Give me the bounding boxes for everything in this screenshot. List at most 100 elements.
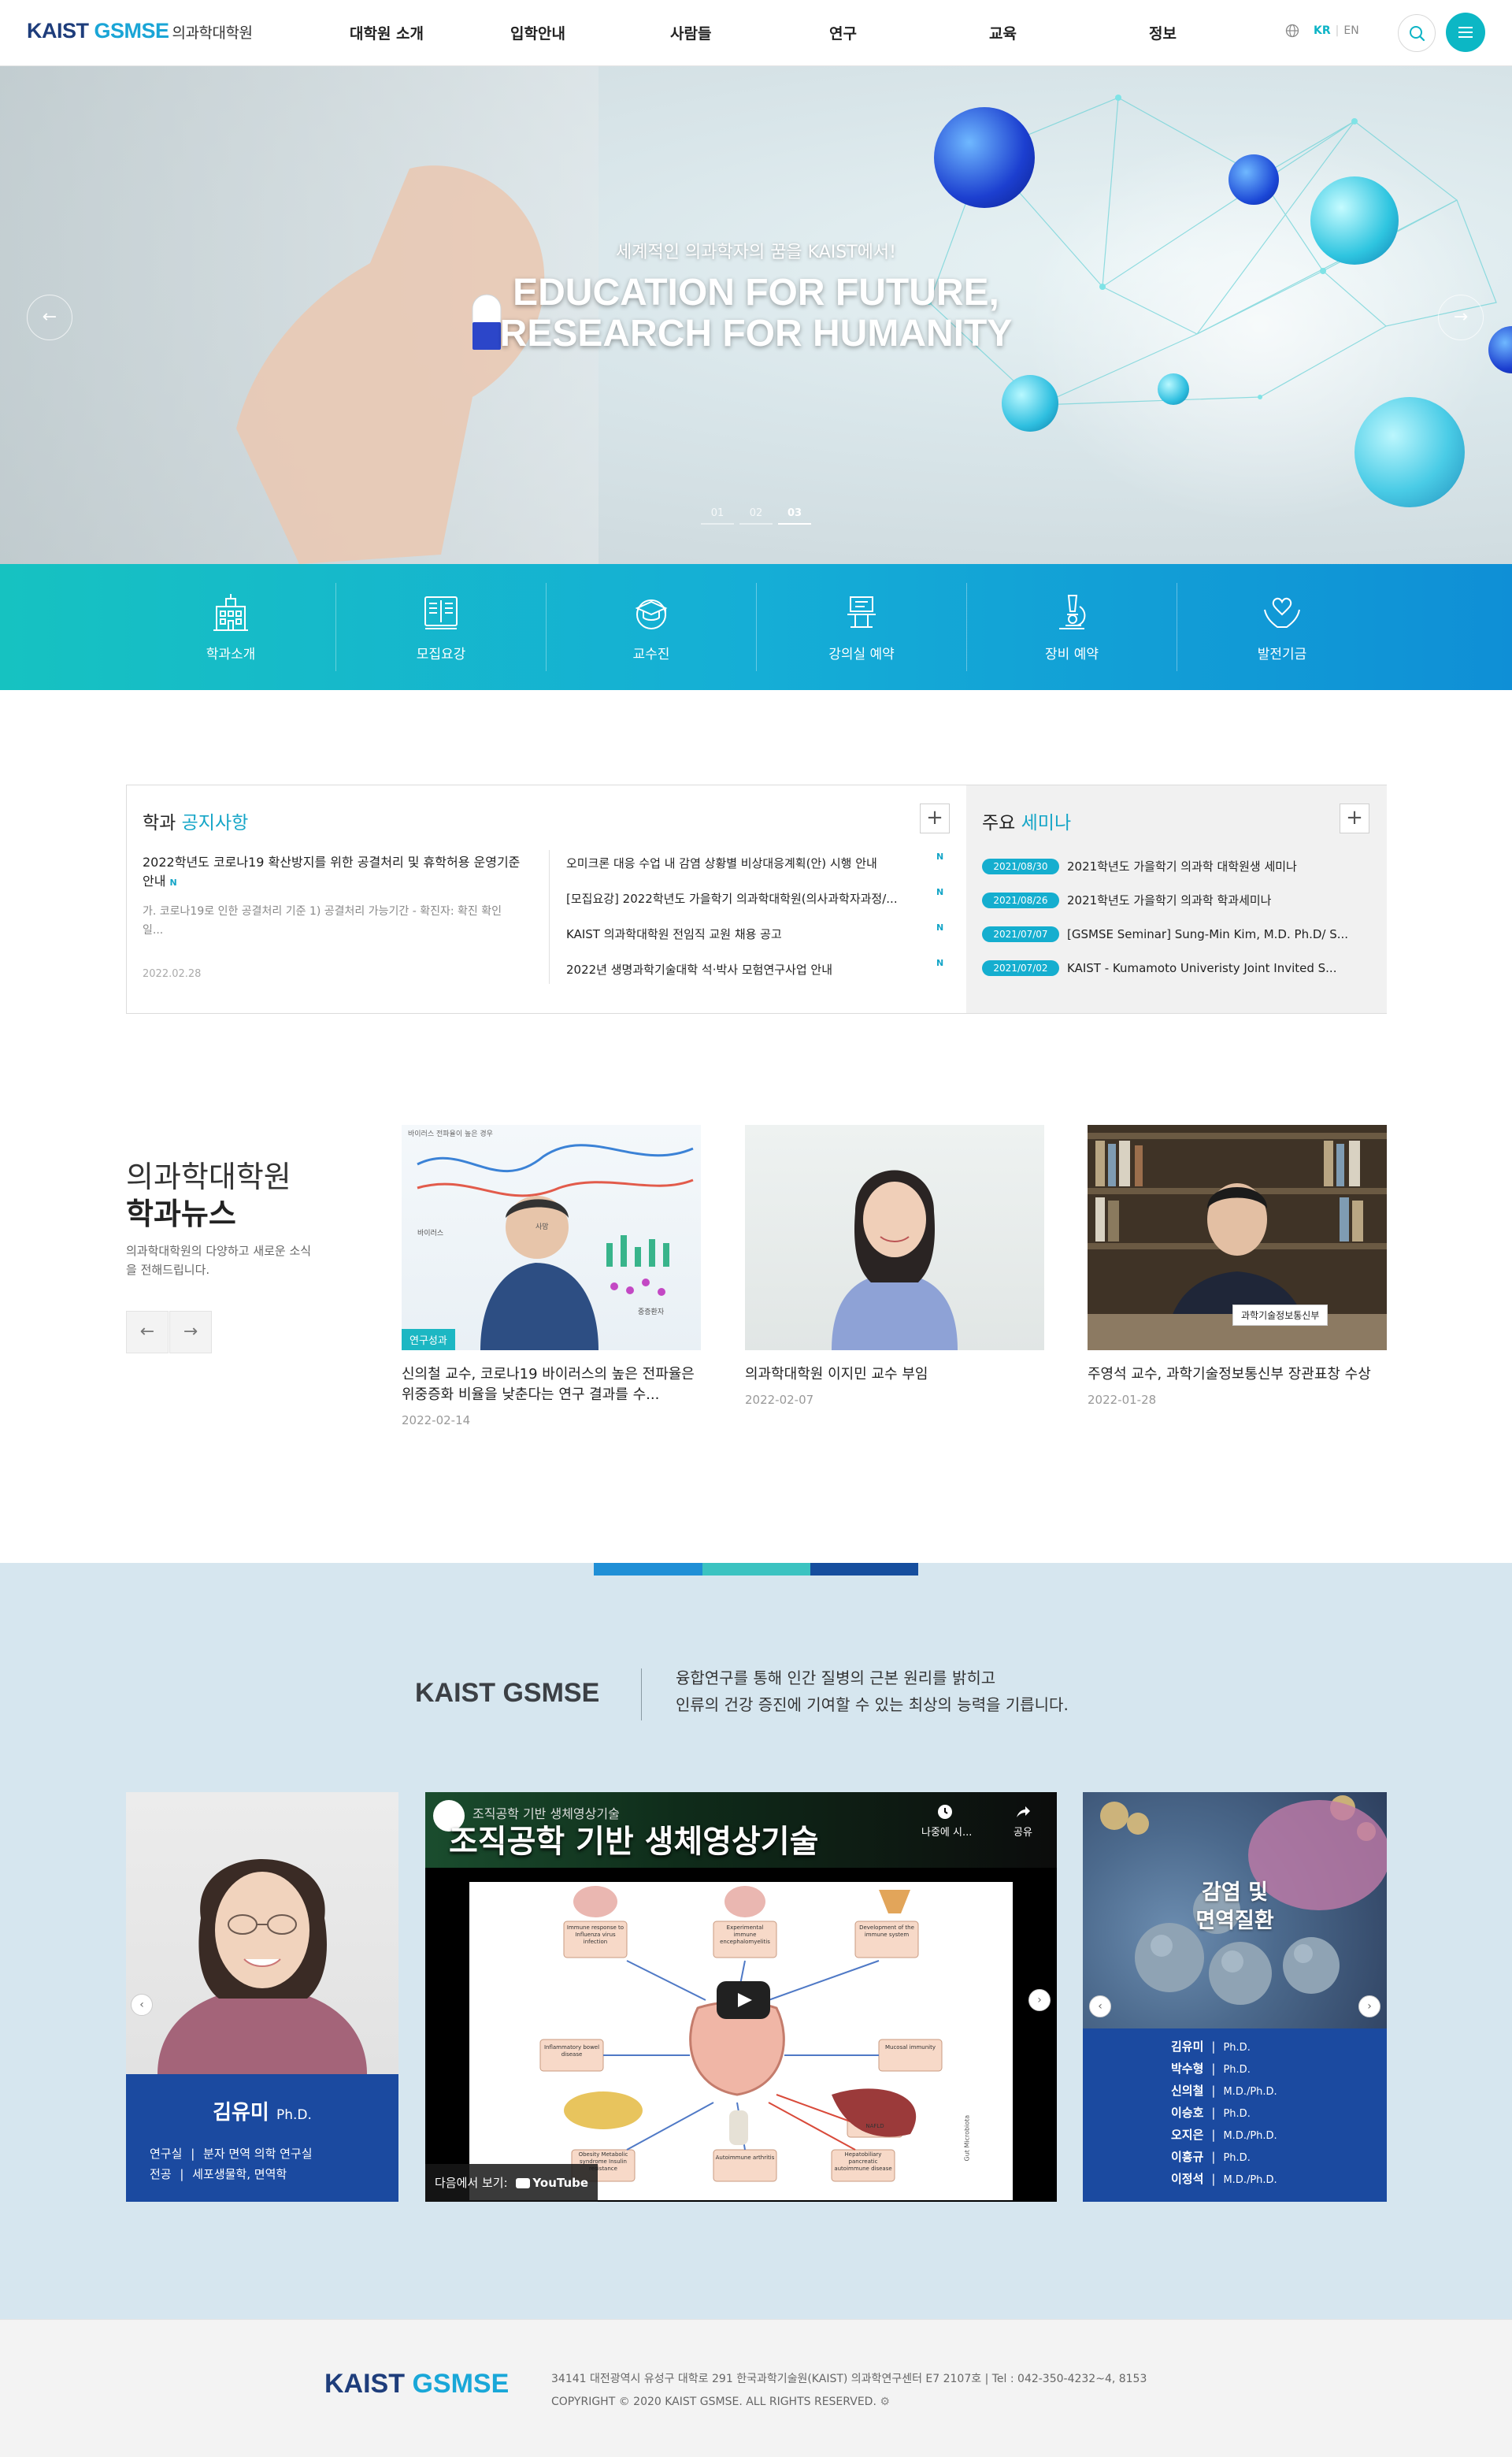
quick-item-label: 학과소개 <box>206 647 256 662</box>
new-badge: N <box>936 958 944 968</box>
arrow-left-icon: ← <box>42 307 57 327</box>
news-card[interactable]: 과학기술정보통신부 주영석 교수, 과학기술정보통신부 장관표창 수상 2022… <box>1088 1125 1387 1407</box>
nav-item-admission[interactable]: 입학안내 <box>510 22 565 43</box>
seminar-item[interactable]: 2021/07/07 [GSMSE Seminar] Sung-Min Kim, … <box>982 926 1366 945</box>
news-card[interactable]: 의과학대학원 이지민 교수 부임 2022-02-07 <box>745 1125 1044 1407</box>
youtube-label: YouTube <box>532 2176 589 2190</box>
professor-name: 김유미 <box>213 2101 269 2125</box>
share-button[interactable]: 공유 <box>1003 1803 1043 1839</box>
youtube-video-embed[interactable]: 조직공학 기반 생체영상기술 조직공학 기반 생체영상기술 나중에 시... 공… <box>425 1792 1057 2202</box>
new-badge: N <box>169 878 177 888</box>
chevron-left-icon: ‹ <box>1098 2000 1102 2013</box>
professor-prev-button[interactable]: ‹ <box>131 1994 153 2016</box>
news-image: 과학기술정보통신부 <box>1088 1125 1387 1350</box>
cyan-sphere <box>1354 397 1465 507</box>
member-degree: M.D./Ph.D. <box>1223 2174 1277 2186</box>
notice-item[interactable]: 2022년 생명과학기술대학 석·박사 모험연구사업 안내 <box>566 961 928 978</box>
separator: | <box>1211 2150 1216 2164</box>
diagram-label: Autoimmune arthritis <box>715 2155 775 2161</box>
quick-item-equipment-reservation[interactable]: 장비 예약 <box>967 581 1177 673</box>
quick-item-donation[interactable]: 발전기금 <box>1177 581 1387 673</box>
nav-item-info[interactable]: 정보 <box>1149 22 1177 43</box>
play-button[interactable] <box>717 1981 770 2019</box>
seminar-more-button[interactable]: + <box>1340 804 1369 833</box>
quick-item-label: 강의실 예약 <box>828 647 895 662</box>
hero-title-line: RESEARCH FOR HUMANITY <box>499 313 1013 354</box>
logo-accent: GSMSE <box>94 19 170 43</box>
seminar-title: 주요 세미나 <box>982 807 1071 834</box>
quick-item-room-reservation[interactable]: 강의실 예약 <box>757 581 966 673</box>
nav-item-research[interactable]: 연구 <box>829 22 857 43</box>
news-prev-button[interactable]: ← <box>126 1311 169 1353</box>
hero-prev-button[interactable]: ← <box>27 295 72 340</box>
field-title-line: 면역질환 <box>1195 1909 1274 1933</box>
watch-later-button[interactable]: 나중에 시... <box>921 1803 973 1839</box>
hero-next-button[interactable]: → <box>1438 295 1484 340</box>
notice-item[interactable]: KAIST 의과학대학원 전임직 교원 채용 공고 <box>566 926 928 942</box>
site-logo[interactable]: KAIST GSMSE 의과학대학원 <box>27 19 253 43</box>
hero-title: EDUCATION FOR FUTURE, RESEARCH FOR HUMANI… <box>0 273 1512 354</box>
quick-item-faculty[interactable]: 교수진 <box>547 581 756 673</box>
field-member[interactable]: 박수형 | Ph.D. <box>1171 2060 1376 2082</box>
news-date: 2022-02-07 <box>745 1393 814 1407</box>
featured-notice-date: 2022.02.28 <box>143 968 202 980</box>
member-degree: M.D./Ph.D. <box>1223 2130 1277 2142</box>
professor-card[interactable]: ‹ 김유미 Ph.D. 연구실 | 분자 면역 의학 연구실 전공 | 세포생물… <box>126 1792 398 2202</box>
seminar-item[interactable]: 2021/08/26 2021학년도 가을학기 의과학 학과세미나 <box>982 892 1366 911</box>
field-member[interactable]: 신의철 | M.D./Ph.D. <box>1171 2082 1376 2104</box>
diagram-label: Experimental immune encephalomyelitis <box>720 1924 770 1945</box>
menu-button[interactable] <box>1446 13 1485 52</box>
search-button[interactable] <box>1398 14 1436 52</box>
seminar-item[interactable]: 2021/08/30 2021학년도 가을학기 의과학 대학원생 세미나 <box>982 858 1366 877</box>
separator: | <box>1211 2062 1216 2076</box>
field-member[interactable]: 이정석 | M.D./Ph.D. <box>1171 2170 1376 2192</box>
share-icon <box>1017 1806 1030 1817</box>
nav-item-people[interactable]: 사람들 <box>670 22 711 43</box>
professor-info: 김유미 Ph.D. 연구실 | 분자 면역 의학 연구실 전공 | 세포생물학,… <box>126 2074 398 2202</box>
field-next-button[interactable]: › <box>1358 1995 1380 2017</box>
hero-pager-item[interactable]: 01 <box>701 507 734 525</box>
building-icon <box>213 594 248 631</box>
field-member[interactable]: 오지은 | M.D./Ph.D. <box>1171 2126 1376 2148</box>
notice-item[interactable]: 오미크론 대응 수업 내 감염 상황별 비상대응계획(안) 시행 안내 <box>566 855 928 871</box>
search-icon <box>1410 26 1425 42</box>
watch-later-label: 나중에 시... <box>921 1827 973 1839</box>
field-member[interactable]: 김유미 | Ph.D. <box>1171 2038 1376 2060</box>
news-next-button[interactable]: → <box>169 1311 212 1353</box>
watch-on-label: 다음에서 보기: <box>435 2176 508 2190</box>
news-card[interactable]: 바이러스 전파율이 높은 경우 사망 중증환자 바이러스 연구성과 신의철 교수… <box>402 1125 701 1427</box>
gear-icon[interactable]: ⚙ <box>880 2396 890 2408</box>
seminar-date: 2021/08/26 <box>982 892 1059 908</box>
lang-en[interactable]: EN <box>1343 24 1358 37</box>
diagram-label: Inflammatory bowel disease <box>543 2044 600 2058</box>
seminar-date: 2021/07/02 <box>982 959 1059 976</box>
share-label: 공유 <box>1014 1827 1032 1839</box>
nav-item-about[interactable]: 대학원 소개 <box>350 22 424 43</box>
notice-item[interactable]: [모집요강] 2022학년도 가을학기 의과학대학원(의사과학자과정/... <box>566 890 928 907</box>
nav-item-education[interactable]: 교육 <box>989 22 1017 43</box>
field-member[interactable]: 이승호 | Ph.D. <box>1171 2104 1376 2126</box>
notice-more-button[interactable]: + <box>920 804 950 833</box>
hero-pager-item[interactable]: 02 <box>739 507 773 525</box>
quick-item-about[interactable]: 학과소개 <box>126 581 335 673</box>
field-prev-button[interactable]: ‹ <box>1089 1995 1111 2017</box>
seminar-title-highlight: 세미나 <box>1021 813 1072 833</box>
separator: | <box>1211 2106 1216 2120</box>
clock-icon <box>938 1805 952 1819</box>
quick-item-recruit[interactable]: 모집요강 <box>336 581 546 673</box>
seminar-item[interactable]: 2021/07/02 KAIST - Kumamoto Univeristy Jo… <box>982 959 1366 978</box>
footer-logo[interactable]: KAIST GSMSE <box>324 2369 509 2399</box>
seminar-date: 2021/07/07 <box>982 926 1059 942</box>
arrow-right-icon: → <box>1453 307 1469 327</box>
hero-pager-item-active[interactable]: 03 <box>778 507 811 525</box>
watch-on-youtube[interactable]: 다음에서 보기: YouTube <box>425 2164 598 2202</box>
research-field-card[interactable]: 감염 및 면역질환 ‹ › 김유미 | Ph.D. 박수형 | Ph.D. 신의철 | M.D… <box>1083 1792 1387 2202</box>
separator: | <box>1211 2128 1216 2142</box>
notice-title: 학과 공지사항 <box>143 807 248 834</box>
lang-kr[interactable]: KR <box>1314 24 1331 37</box>
video-next-button[interactable]: › <box>1028 1989 1051 2011</box>
featured-notice-title[interactable]: 2022학년도 코로나19 확산방지를 위한 공결처리 및 휴학허용 운영기준 … <box>143 853 528 893</box>
field-member[interactable]: 이흥규 | Ph.D. <box>1171 2148 1376 2170</box>
news-date: 2022-02-14 <box>402 1413 471 1427</box>
member-name: 이정석 <box>1171 2172 1204 2186</box>
